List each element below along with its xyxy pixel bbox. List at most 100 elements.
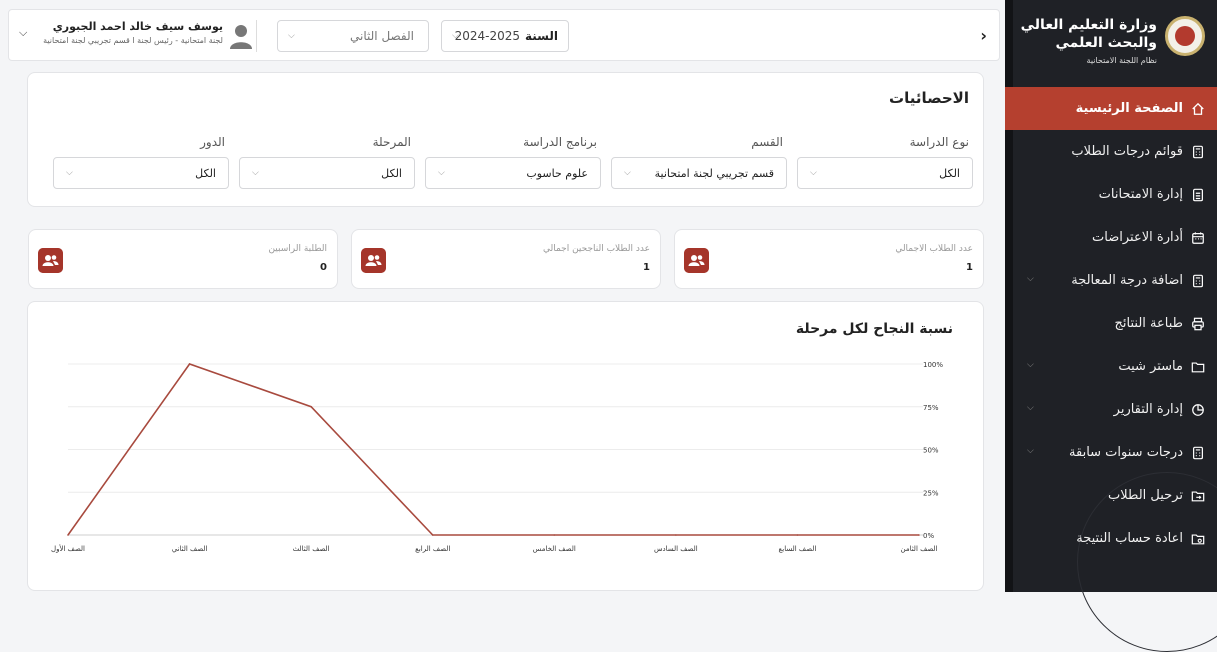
kpi-failed-students: الطلبة الراسبين 0 [28,229,338,289]
chevron-down-icon: ⌵ [1027,403,1034,413]
folder-transfer-icon [1191,490,1205,501]
user-name[interactable]: يوسف سيف خالد احمد الجبوري [53,20,223,33]
y-tick-label: 0% [923,532,934,540]
users-icon [361,248,386,273]
data-point [431,534,434,536]
sidebar-item-previous-years[interactable]: ⌵ درجات سنوات سابقة [1005,431,1217,474]
sidebar-item-label: قوائم درجات الطلاب [1071,144,1183,159]
y-tick-label: 25% [923,489,939,497]
kpi-value: 0 [320,262,327,273]
data-point [553,534,556,536]
filter-label-stage: المرحلة [372,135,411,149]
sidebar-item-print-results[interactable]: طباعة النتائج [1005,302,1217,345]
sidebar-item-master-sheet[interactable]: ⌵ ماستر شيت [1005,345,1217,388]
filter-label-program: برنامج الدراسة [523,135,597,149]
user-avatar-icon[interactable] [227,22,255,50]
statistics-card: الاحصائيات نوع الدراسة الكل ⌵ القسم قسم … [27,72,984,207]
brand-subtitle: نظام اللجنة الامتحانية [1086,56,1157,65]
program-select[interactable]: علوم حاسوب ⌵ [425,157,601,189]
chevron-down-icon: ⌵ [1027,360,1034,370]
select-value: علوم حاسوب [526,167,588,180]
sidebar-item-exams[interactable]: إدارة الامتحانات [1005,173,1217,216]
filter-label-department: القسم [751,135,783,149]
sidebar-item-label: اعادة حساب النتيجة [1076,531,1183,546]
kpi-value: 1 [643,262,650,273]
sidebar-item-label: أدارة الاعتراضات [1092,230,1183,245]
stage-select[interactable]: الكل ⌵ [239,157,415,189]
calendar-icon [1192,231,1204,244]
calculator-icon [1193,274,1203,287]
chevron-down-icon: ⌵ [624,168,631,178]
users-icon [38,248,63,273]
home-icon [1192,102,1204,115]
select-value: الكل [195,167,216,180]
topbar: › السنة 2024-2025 ⌵ الفصل الثاني ⌵ يوسف … [8,9,1000,61]
sidebar-item-treatment-grade[interactable]: ⌵ اضافة درجة المعالجة [1005,259,1217,302]
x-tick-label: الصف الثامن [900,545,937,553]
chevron-down-icon: ⌵ [452,31,459,41]
semester-select[interactable]: الفصل الثاني ⌵ [277,20,429,52]
data-point [67,534,69,536]
calculator-icon [1193,446,1203,459]
pie-chart-icon [1192,403,1204,416]
chevron-down-icon: ⌵ [288,31,295,41]
study-type-select[interactable]: الكل ⌵ [797,157,973,189]
chevron-down-icon[interactable]: ⌵ [19,26,27,40]
sidebar-item-reports[interactable]: ⌵ إدارة التقارير [1005,388,1217,431]
semester-value: الفصل الثاني [350,29,414,43]
sidebar-item-recalculate[interactable]: اعادة حساب النتيجة [1005,517,1217,560]
x-tick-label: الصف الثالث [293,545,330,553]
data-point [310,405,312,408]
chevron-down-icon: ⌵ [252,168,259,178]
filter-label-round: الدور [200,135,225,149]
year-select[interactable]: السنة 2024-2025 ⌵ [441,20,569,52]
kpi-value: 1 [966,262,973,273]
sidebar-menu: الصفحة الرئيسية قوائم درجات الطلاب إدارة… [1005,87,1217,560]
department-select[interactable]: قسم تجريبي لجنة امتحانية ⌵ [611,157,787,189]
calculator-icon [1193,145,1203,158]
sidebar-item-label: درجات سنوات سابقة [1069,445,1183,460]
data-point [796,534,799,536]
chevron-down-icon: ⌵ [1027,446,1034,456]
select-value: الكل [381,167,402,180]
sidebar: وزارة التعليم العالي والبحث العلمي نظام … [1005,0,1217,652]
year-label: السنة [524,29,558,43]
data-point [675,534,677,536]
chevron-down-icon: ⌵ [1027,274,1034,284]
sidebar-item-grade-lists[interactable]: قوائم درجات الطلاب [1005,130,1217,173]
x-tick-label: الصف الرابع [415,545,450,553]
kpi-total-students: عدد الطلاب الاجمالي 1 [674,229,984,289]
filter-label-study-type: نوع الدراسة [909,135,969,149]
x-tick-label: الصف الثاني [172,545,208,553]
chevron-right-icon[interactable]: › [980,26,987,45]
y-tick-label: 100% [923,361,943,369]
sidebar-item-promote-students[interactable]: ترحيل الطلاب [1005,474,1217,517]
pass-rate-chart-card: نسبة النجاح لكل مرحلة 0% 25% 50% 75% 100% الص… [27,301,984,591]
select-value: الكل [939,167,960,180]
brand: وزارة التعليم العالي والبحث العلمي نظام … [1015,14,1205,74]
chevron-down-icon: ⌵ [810,168,817,178]
sidebar-item-label: اضافة درجة المعالجة [1071,273,1183,288]
statistics-title: الاحصائيات [889,89,969,107]
folder-refresh-icon [1191,533,1205,544]
x-tick-label: الصف الخامس [533,545,576,553]
round-select[interactable]: الكل ⌵ [53,157,229,189]
x-tick-label: الصف السادس [654,545,698,553]
sidebar-item-label: ترحيل الطلاب [1108,488,1183,503]
chevron-down-icon: ⌵ [438,168,445,178]
document-icon [1193,188,1203,201]
sidebar-item-home[interactable]: الصفحة الرئيسية [1005,87,1217,130]
printer-icon [1192,317,1204,330]
sidebar-item-label: الصفحة الرئيسية [1075,101,1183,116]
select-value: قسم تجريبي لجنة امتحانية [654,167,774,180]
sidebar-item-objections[interactable]: أدارة الاعتراضات [1005,216,1217,259]
kpi-label: عدد الطلاب الاجمالي [895,244,973,254]
y-tick-label: 50% [923,447,939,455]
x-tick-label: الصف الأول [51,544,85,553]
x-tick-label: الصف السابع [779,545,817,553]
sidebar-item-label: طباعة النتائج [1114,316,1183,331]
kpi-label: الطلبة الراسبين [268,244,327,254]
ministry-logo-icon [1165,16,1205,56]
data-point [188,363,191,365]
brand-title: وزارة التعليم العالي والبحث العلمي [1020,17,1157,51]
